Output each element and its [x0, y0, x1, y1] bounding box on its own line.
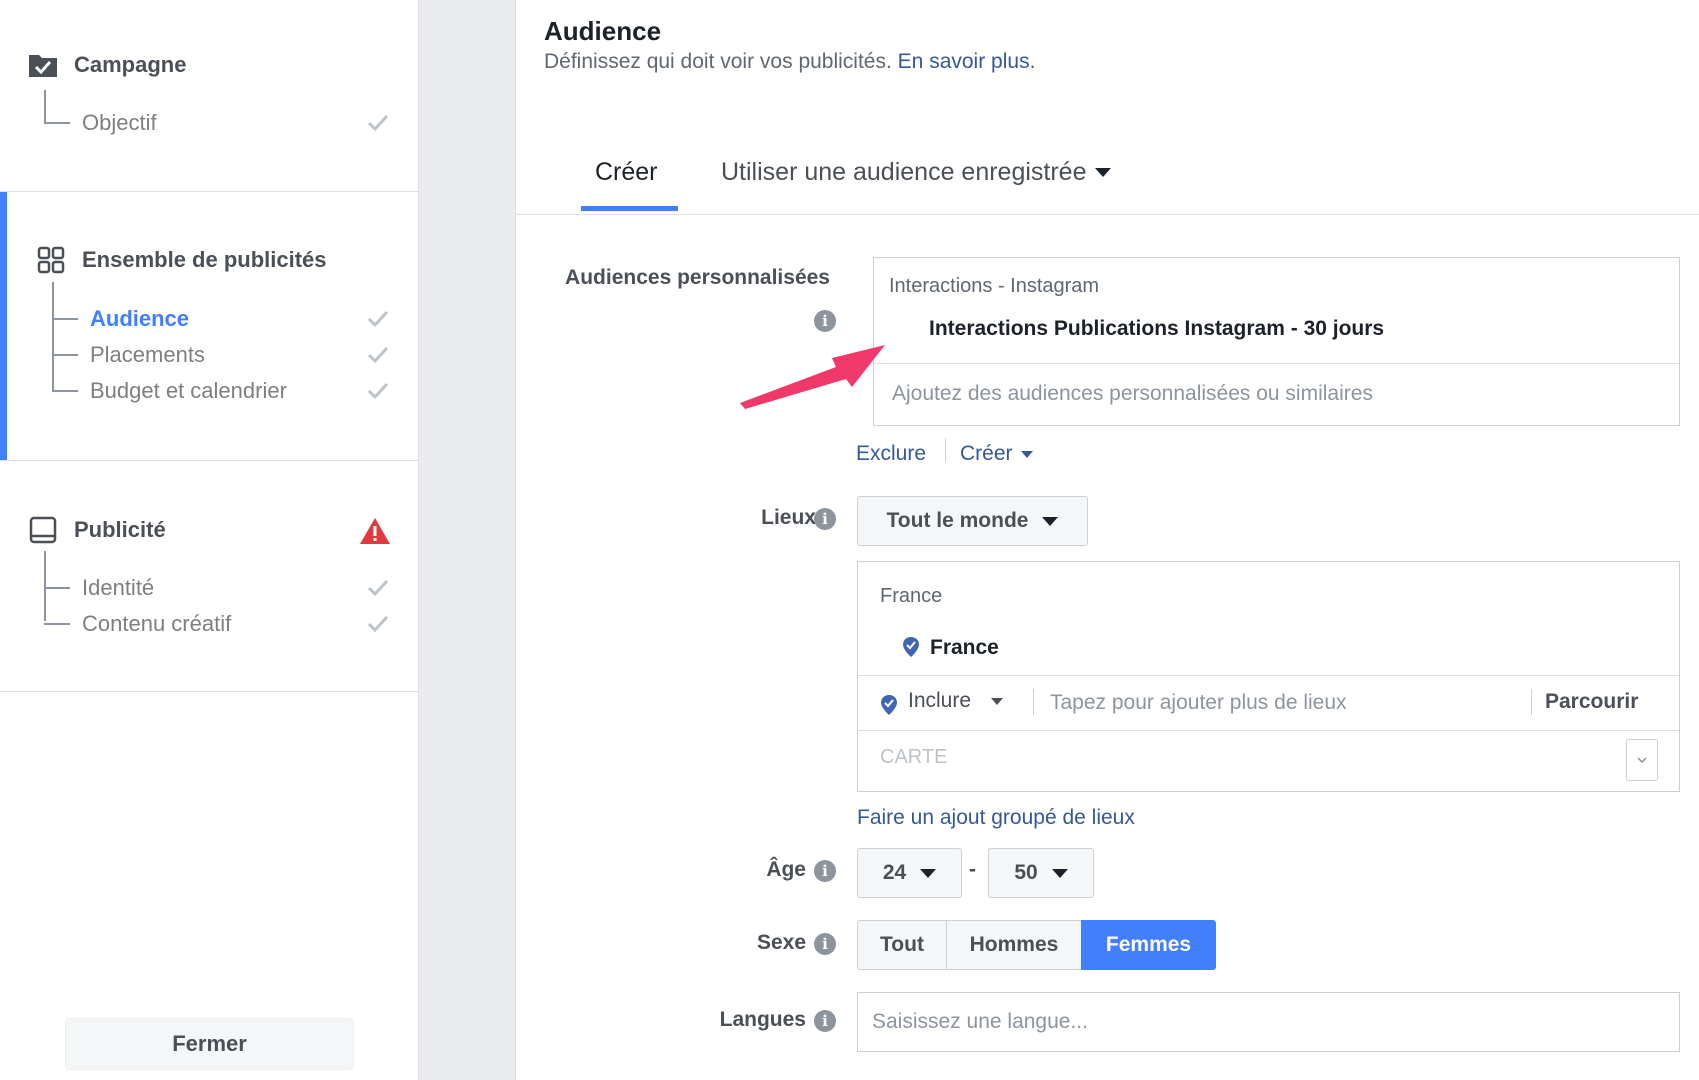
active-section-indicator — [0, 192, 7, 460]
sidebar-campaign-header[interactable]: Campagne — [28, 50, 186, 80]
close-button[interactable]: Fermer — [65, 1018, 354, 1070]
tree-branch — [44, 122, 70, 124]
tree-branch — [52, 318, 78, 320]
create-audience-link[interactable]: Créer — [960, 442, 1033, 466]
main-panel: Audience Définissez qui doit voir vos pu… — [516, 0, 1699, 1080]
caret-down-icon — [1051, 868, 1068, 878]
gender-women-button[interactable]: Femmes — [1081, 920, 1216, 970]
sidebar-item-label: Identité — [82, 575, 155, 600]
sidebar-campaign-title: Campagne — [74, 52, 187, 77]
location-search-input[interactable]: Tapez pour ajouter plus de lieux — [1050, 691, 1347, 715]
sidebar-item-label: Objectif — [82, 110, 157, 135]
selected-custom-audience[interactable]: Interactions Publications Instagram - 30… — [929, 317, 1384, 341]
check-icon — [367, 615, 389, 633]
check-icon — [367, 346, 389, 364]
browse-button[interactable]: Parcourir — [1545, 690, 1638, 714]
check-icon — [367, 310, 389, 328]
tree-branch — [44, 587, 70, 589]
page-subtitle: Définissez qui doit voir vos publicités.… — [544, 50, 1035, 74]
custom-audience-box: Interactions - Instagram Interactions Pu… — [873, 257, 1680, 426]
sidebar-ad-header[interactable]: Publicité — [28, 515, 166, 545]
sidebar-adset-title: Ensemble de publicités — [82, 247, 327, 272]
separator — [945, 438, 946, 462]
tree-branch — [52, 354, 78, 356]
gutter — [419, 0, 516, 1080]
locations-group-header: France — [880, 585, 943, 607]
tab-create[interactable]: Créer — [595, 158, 658, 187]
gender-all-button[interactable]: Tout — [857, 920, 947, 970]
active-tab-indicator — [581, 206, 678, 211]
locations-scope-dropdown[interactable]: Tout le monde — [857, 496, 1088, 546]
chevron-down-icon — [1637, 757, 1647, 763]
tab-saved-audience-label: Utiliser une audience enregistrée — [721, 158, 1087, 186]
age-max-value: 50 — [1014, 861, 1038, 884]
age-min-dropdown[interactable]: 24 — [857, 848, 962, 898]
sidebar-section-ad: Publicité Identité Contenu créatif — [0, 461, 418, 692]
learn-more-link[interactable]: En savoir plus. — [898, 50, 1036, 73]
check-icon — [367, 382, 389, 400]
page-title: Audience — [544, 16, 662, 46]
divider — [858, 675, 1679, 676]
map-label: CARTE — [880, 746, 948, 768]
locations-scope-value: Tout le monde — [886, 509, 1029, 532]
caret-down-icon — [920, 868, 937, 878]
warning-icon — [360, 518, 390, 544]
subtitle-text: Définissez qui doit voir vos publicités. — [544, 50, 892, 73]
check-icon — [367, 114, 389, 132]
divider — [874, 363, 1679, 364]
age-separator: - — [969, 858, 976, 881]
tree-branch — [52, 390, 78, 392]
sidebar-ad-title: Publicité — [74, 517, 166, 542]
languages-input[interactable]: Saisissez une langue... — [857, 992, 1680, 1052]
caret-down-icon — [1020, 450, 1033, 458]
locations-box: France France Inclure Tapez pour ajouter… — [857, 561, 1680, 792]
create-audience-label: Créer — [960, 442, 1013, 465]
divider — [858, 730, 1679, 731]
gender-label: Sexe — [756, 931, 806, 954]
age-min-value: 24 — [882, 861, 907, 884]
caret-down-icon — [1042, 516, 1059, 526]
info-icon[interactable]: i — [814, 508, 836, 530]
ad-monitor-icon — [28, 515, 58, 545]
languages-label: Langues — [719, 1008, 806, 1031]
folder-check-icon — [28, 50, 58, 80]
info-icon[interactable]: i — [814, 933, 836, 955]
tree-branch — [44, 623, 70, 625]
sidebar-adset-header[interactable]: Ensemble de publicités — [36, 245, 327, 275]
tab-saved-audience[interactable]: Utiliser une audience enregistrée — [721, 158, 1111, 187]
info-icon[interactable]: i — [814, 1010, 836, 1032]
audience-tabs: Créer Utiliser une audience enregistrée — [516, 150, 1699, 215]
exclude-link[interactable]: Exclure — [856, 442, 926, 466]
bulk-locations-link[interactable]: Faire un ajout groupé de lieux — [857, 806, 1135, 830]
info-icon[interactable]: i — [814, 860, 836, 882]
grid-icon — [36, 245, 66, 275]
sidebar-item-label: Contenu créatif — [82, 611, 232, 636]
custom-audience-input[interactable]: Ajoutez des audiences personnalisées ou … — [892, 382, 1373, 406]
location-pin-icon — [881, 695, 897, 715]
gender-men-button[interactable]: Hommes — [946, 920, 1082, 970]
custom-audiences-label: Audiences personnalisées — [565, 266, 830, 289]
location-pin-icon — [903, 637, 919, 657]
sidebar-item-label: Audience — [90, 306, 190, 331]
sidebar-item-label: Budget et calendrier — [90, 378, 287, 403]
age-max-dropdown[interactable]: 50 — [988, 848, 1094, 898]
caret-down-icon — [1094, 168, 1111, 177]
info-icon[interactable]: i — [814, 310, 836, 332]
include-dropdown[interactable]: Inclure — [908, 689, 1004, 713]
include-label: Inclure — [908, 689, 972, 712]
selected-location[interactable]: France — [930, 636, 999, 660]
sidebar: Campagne Objectif Ensemble de publicités — [0, 0, 419, 1080]
map-toggle-button[interactable] — [1626, 739, 1658, 781]
separator — [1033, 689, 1034, 715]
separator — [1531, 689, 1532, 715]
caret-down-icon — [991, 697, 1004, 705]
check-icon — [367, 579, 389, 597]
custom-audience-group-header: Interactions - Instagram — [889, 275, 1100, 297]
sidebar-item-label: Placements — [90, 342, 205, 367]
locations-label: Lieux — [761, 506, 816, 529]
sidebar-section-adset: Ensemble de publicités Audience Placemen… — [0, 192, 418, 461]
languages-placeholder: Saisissez une langue... — [872, 1010, 1088, 1033]
age-label: Âge — [766, 858, 806, 881]
sidebar-section-campaign: Campagne Objectif — [0, 0, 418, 192]
